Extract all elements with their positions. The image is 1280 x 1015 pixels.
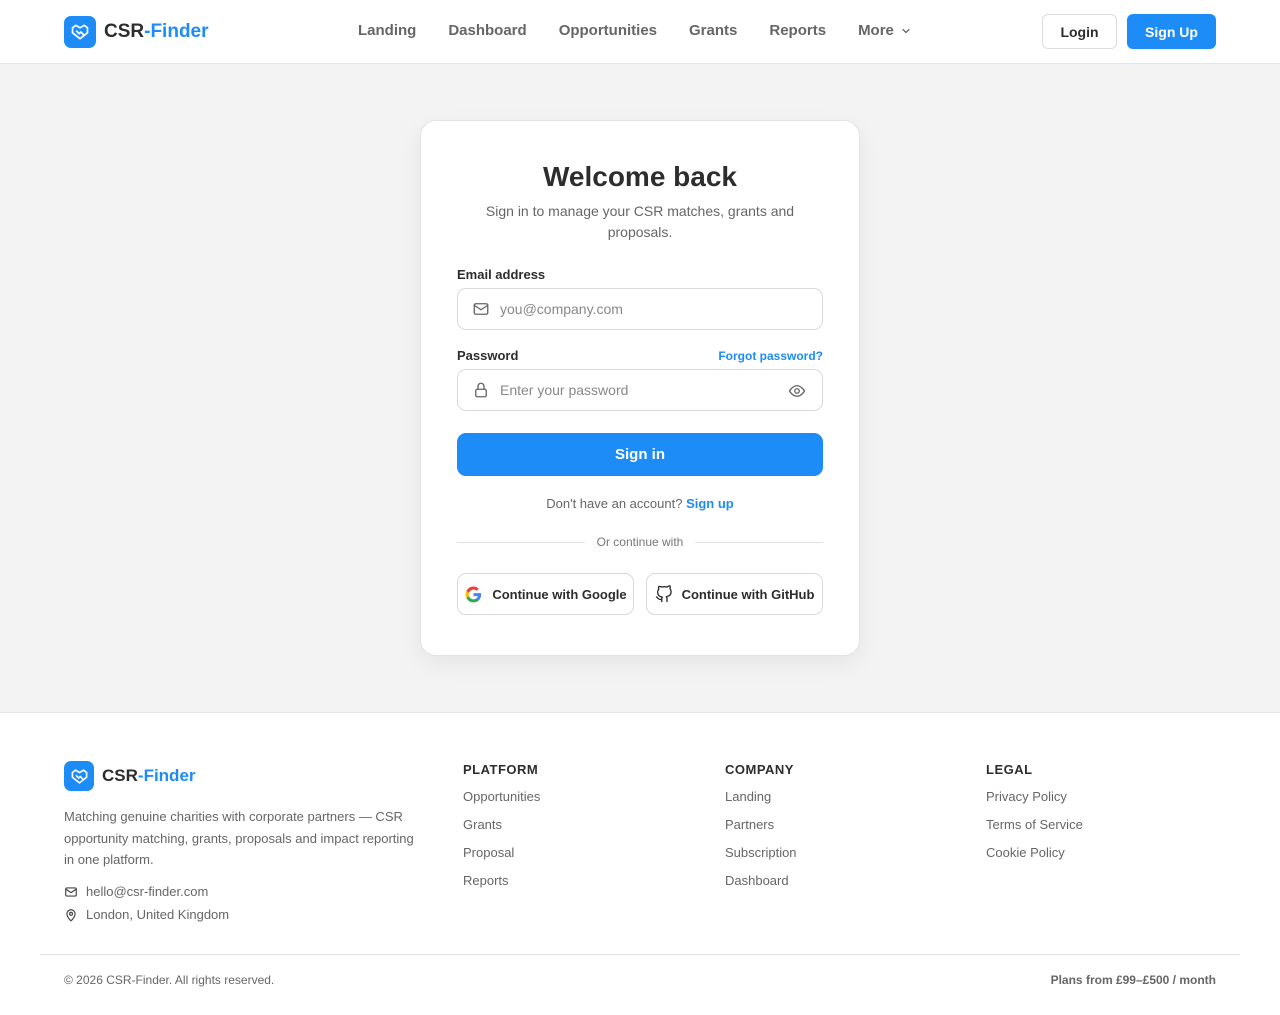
footer-link[interactable]: Reports bbox=[463, 871, 540, 899]
email-placeholder: you@company.com bbox=[500, 301, 623, 317]
password-placeholder: Enter your password bbox=[500, 382, 629, 398]
nav-opportunities[interactable]: Opportunities bbox=[559, 22, 657, 39]
top-navbar: CSR-Finder Landing Dashboard Opportuniti… bbox=[0, 0, 1280, 64]
email-field[interactable]: you@company.com bbox=[457, 288, 823, 330]
brand-name: CSR-Finder bbox=[104, 21, 209, 42]
signin-button[interactable]: Sign in bbox=[457, 433, 823, 476]
login-button[interactable]: Login bbox=[1042, 14, 1117, 49]
mail-icon bbox=[65, 886, 77, 897]
footer-link[interactable]: Grants bbox=[463, 815, 540, 843]
footer-email-text: hello@csr-finder.com bbox=[86, 884, 209, 899]
chevron-down-icon bbox=[902, 28, 910, 33]
footer-link[interactable]: Privacy Policy bbox=[986, 787, 1083, 815]
footer-col-title: PLATFORM bbox=[463, 762, 539, 777]
footer-col-legal: LEGAL Privacy Policy Terms of Service Co… bbox=[986, 762, 1083, 871]
handshake-icon bbox=[64, 16, 96, 48]
footer-description: Matching genuine charities with corporat… bbox=[64, 809, 414, 867]
footer-col-title: COMPANY bbox=[725, 762, 794, 777]
nav-dashboard[interactable]: Dashboard bbox=[448, 22, 526, 39]
github-label: Continue with GitHub bbox=[681, 586, 815, 602]
nav-more-label: More bbox=[858, 22, 894, 39]
site-footer: CSR-Finder Matching genuine charities wi… bbox=[0, 712, 1280, 1015]
brand-logo[interactable]: CSR-Finder bbox=[64, 16, 209, 48]
divider-text: Or continue with bbox=[596, 535, 684, 549]
footer-location: London, United Kingdom bbox=[64, 907, 229, 922]
mail-icon bbox=[473, 303, 489, 315]
google-icon bbox=[465, 586, 482, 602]
footer-col-company: COMPANY Landing Partners Subscription Da… bbox=[725, 762, 797, 899]
lock-icon bbox=[475, 382, 487, 398]
github-signin-button[interactable]: Continue with GitHub bbox=[646, 573, 823, 615]
no-account-prompt: Don't have an account? Sign up bbox=[421, 496, 859, 511]
footer-link[interactable]: Opportunities bbox=[463, 787, 540, 815]
footer-email[interactable]: hello@csr-finder.com bbox=[64, 884, 208, 899]
footer-link[interactable]: Landing bbox=[725, 787, 797, 815]
divider-line bbox=[457, 541, 585, 543]
main-nav: Landing Dashboard Opportunities Grants R… bbox=[358, 22, 912, 39]
footer-divider bbox=[40, 954, 1240, 955]
nav-reports[interactable]: Reports bbox=[769, 22, 826, 39]
login-card: Welcome back Sign in to manage your CSR … bbox=[420, 120, 860, 656]
plans-text: Plans from £99–£500 / month bbox=[1050, 973, 1216, 987]
email-label: Email address bbox=[457, 267, 546, 282]
nav-landing[interactable]: Landing bbox=[358, 22, 416, 39]
footer-link[interactable]: Terms of Service bbox=[986, 815, 1083, 843]
footer-link[interactable]: Proposal bbox=[463, 843, 540, 871]
footer-link[interactable]: Cookie Policy bbox=[986, 843, 1083, 871]
footer-col-platform: PLATFORM Opportunities Grants Proposal R… bbox=[463, 762, 540, 899]
footer-link[interactable]: Partners bbox=[725, 815, 797, 843]
no-account-text: Don't have an account? bbox=[546, 496, 683, 511]
footer-link[interactable]: Subscription bbox=[725, 843, 797, 871]
footer-col-title: LEGAL bbox=[986, 762, 1033, 777]
footer-link[interactable]: Dashboard bbox=[725, 871, 797, 899]
map-pin-icon bbox=[66, 908, 76, 921]
google-signin-button[interactable]: Continue with Google bbox=[457, 573, 634, 615]
page-subtitle: Sign in to manage your CSR matches, gran… bbox=[485, 203, 795, 240]
password-field[interactable]: Enter your password bbox=[457, 369, 823, 411]
footer-location-text: London, United Kingdom bbox=[86, 907, 230, 922]
nav-grants[interactable]: Grants bbox=[689, 22, 737, 39]
google-label: Continue with Google bbox=[492, 586, 627, 602]
signup-link[interactable]: Sign up bbox=[686, 496, 734, 511]
copyright-text: © 2026 CSR-Finder. All rights reserved. bbox=[64, 973, 275, 987]
page-title: Welcome back bbox=[542, 161, 738, 192]
forgot-password-link[interactable]: Forgot password? bbox=[718, 349, 823, 363]
eye-icon[interactable] bbox=[788, 382, 806, 400]
footer-logo[interactable]: CSR-Finder bbox=[64, 761, 196, 791]
password-label: Password bbox=[457, 348, 519, 363]
signup-button[interactable]: Sign Up bbox=[1127, 14, 1216, 49]
social-divider: Or continue with bbox=[457, 535, 823, 549]
nav-more-dropdown[interactable]: More bbox=[858, 22, 912, 39]
footer-brand-name: CSR-Finder bbox=[102, 766, 196, 785]
github-icon bbox=[655, 585, 672, 603]
divider-line bbox=[695, 541, 823, 543]
handshake-icon bbox=[64, 761, 94, 791]
